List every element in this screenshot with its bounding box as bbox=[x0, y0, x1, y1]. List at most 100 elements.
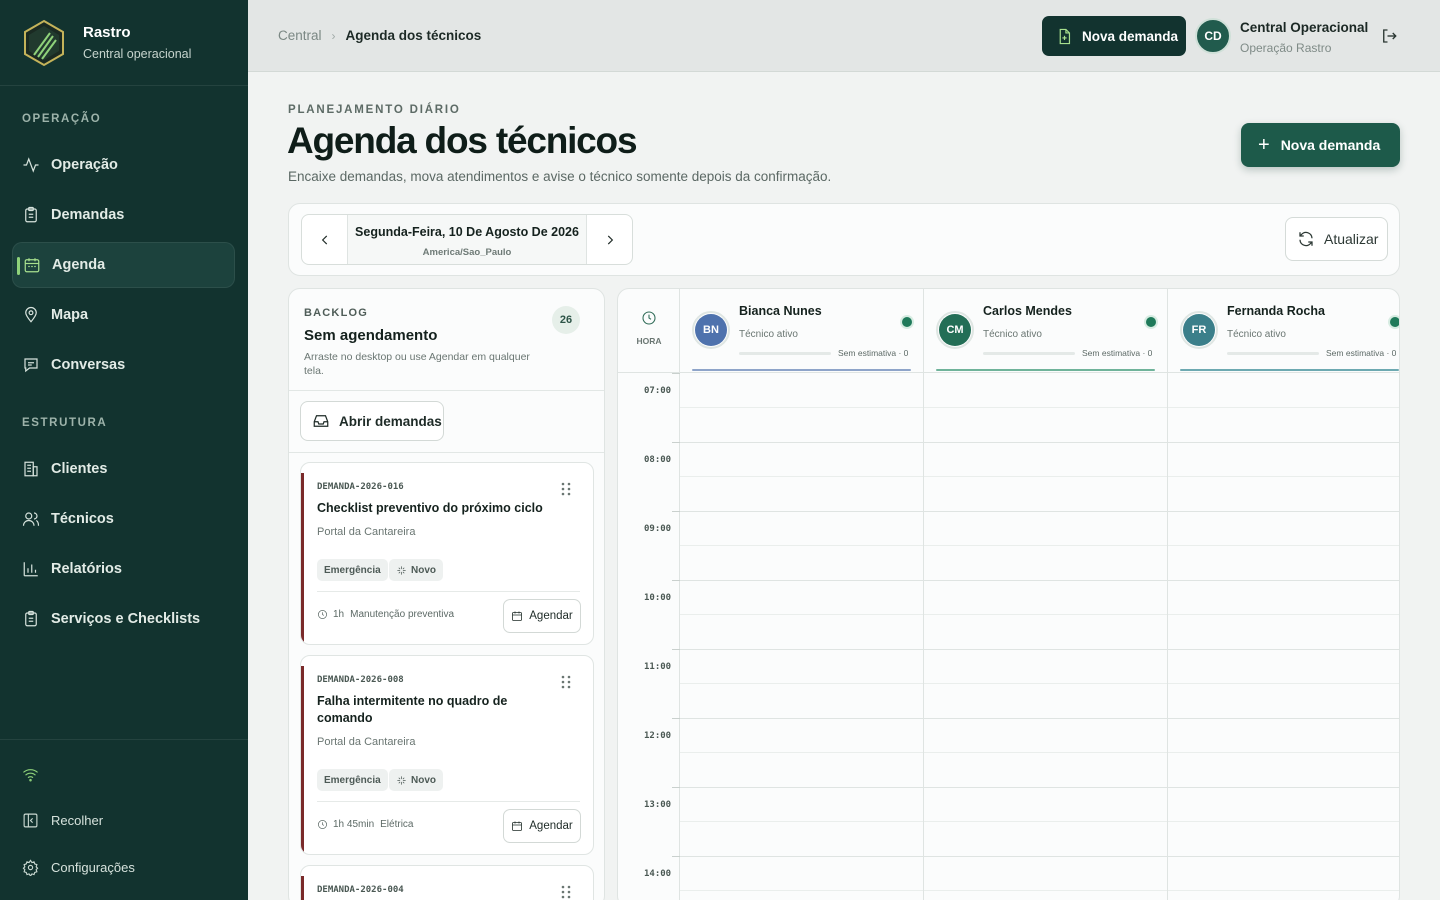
demand-card[interactable]: DEMANDA-2026-004 bbox=[300, 865, 594, 900]
settings-button[interactable]: Configurações bbox=[22, 859, 135, 876]
clock-icon bbox=[318, 820, 327, 829]
sidebar-item-label: Mapa bbox=[51, 307, 89, 323]
plus-icon: + bbox=[1258, 134, 1270, 156]
technician-header[interactable]: BN Bianca Nunes Técnico ativo Sem estima… bbox=[680, 289, 923, 373]
hour-tick bbox=[672, 649, 680, 650]
sidebar-item-demandas[interactable]: Demandas bbox=[12, 192, 235, 238]
status-label: Novo bbox=[411, 774, 436, 786]
sidebar-item-label: Demandas bbox=[51, 207, 125, 223]
next-day-button[interactable] bbox=[587, 215, 632, 264]
new-demand-button[interactable]: + Nova demanda bbox=[1241, 123, 1400, 167]
page-eyebrow: PLANEJAMENTO DIÁRIO bbox=[288, 104, 461, 116]
avatar[interactable]: CD bbox=[1195, 18, 1231, 54]
technician-name: Bianca Nunes bbox=[739, 304, 822, 318]
time-slot-area[interactable] bbox=[680, 373, 923, 900]
sidebar-item-relatorios[interactable]: Relatórios bbox=[12, 546, 235, 592]
technician-header[interactable]: FR Fernanda Rocha Técnico ativo Sem esti… bbox=[1168, 289, 1399, 373]
breadcrumb-current: Agenda dos técnicos bbox=[345, 28, 482, 43]
technician-color-line bbox=[692, 369, 911, 371]
hour-column: HORA 07:00 08:00 09:00 10:00 11:00 12:00 13:00… bbox=[618, 289, 680, 900]
top-new-demand-button[interactable]: Nova demanda bbox=[1042, 16, 1186, 56]
demand-card[interactable]: DEMANDA-2026-008 Falha intermitente no q… bbox=[300, 655, 594, 855]
hour-tick bbox=[672, 718, 680, 719]
sidebar-item-conversas[interactable]: Conversas bbox=[12, 342, 235, 388]
topbar: Central › Agenda dos técnicos Nova deman… bbox=[248, 0, 1440, 72]
demand-meta: 1h Manutenção preventiva bbox=[317, 609, 454, 620]
technician-estimate: Sem estimativa · 0 bbox=[1082, 348, 1153, 358]
technician-estimate: Sem estimativa · 0 bbox=[1326, 348, 1397, 358]
sidebar-item-label: Serviços e Checklists bbox=[51, 611, 201, 627]
demand-category: Manutenção preventiva bbox=[350, 609, 455, 620]
brand[interactable]: Rastro Central operacional bbox=[0, 0, 248, 86]
hour-label: 10:00 bbox=[644, 593, 672, 603]
sidebar-item-servicos-checklists[interactable]: Serviços e Checklists bbox=[12, 596, 235, 642]
technician-column: BN Bianca Nunes Técnico ativo Sem estima… bbox=[680, 289, 924, 900]
time-slot-area[interactable] bbox=[1168, 373, 1399, 900]
sidebar-item-tecnicos[interactable]: Técnicos bbox=[12, 496, 235, 542]
collapse-sidebar-icon bbox=[23, 813, 38, 828]
sparkle-icon bbox=[397, 775, 406, 785]
divider bbox=[289, 390, 604, 391]
date-picker: Segunda-Feira, 10 De Agosto De 2026 Amer… bbox=[301, 214, 633, 265]
schedule-button[interactable]: Agendar bbox=[503, 599, 581, 633]
chevron-right-icon: › bbox=[331, 28, 336, 43]
calendar-icon bbox=[512, 611, 523, 621]
open-demands-label: Abrir demandas bbox=[339, 413, 442, 429]
sidebar: Rastro Central operacional OPERAÇÃO Oper… bbox=[0, 0, 248, 900]
open-demands-button[interactable]: Abrir demandas bbox=[300, 401, 444, 441]
online-indicator bbox=[1390, 317, 1399, 327]
technician-header[interactable]: CM Carlos Mendes Técnico ativo Sem estim… bbox=[924, 289, 1167, 373]
backlog-description: Arraste no desktop ou use Agendar em qua… bbox=[304, 351, 530, 377]
date-label: Segunda-Feira, 10 De Agosto De 2026 bbox=[355, 225, 579, 239]
clock-icon bbox=[642, 311, 656, 325]
logout-icon[interactable] bbox=[1380, 27, 1398, 45]
sidebar-item-clientes[interactable]: Clientes bbox=[12, 446, 235, 492]
demand-code: DEMANDA-2026-004 bbox=[317, 885, 404, 895]
refresh-label: Atualizar bbox=[1324, 231, 1379, 247]
refresh-button[interactable]: Atualizar bbox=[1285, 217, 1388, 261]
schedule-button[interactable]: Agendar bbox=[503, 809, 581, 843]
sidebar-item-operacao[interactable]: Operação bbox=[12, 142, 235, 188]
hour-tick bbox=[672, 580, 680, 581]
technician-color-line bbox=[936, 369, 1155, 371]
current-date[interactable]: Segunda-Feira, 10 De Agosto De 2026 Amer… bbox=[347, 215, 587, 264]
sidebar-item-mapa[interactable]: Mapa bbox=[12, 292, 235, 338]
hour-label: 12:00 bbox=[644, 731, 672, 741]
new-demand-label: Nova demanda bbox=[1280, 137, 1381, 153]
settings-label: Configurações bbox=[51, 860, 135, 875]
technician-initials: FR bbox=[1183, 314, 1215, 346]
date-toolbar: Segunda-Feira, 10 De Agosto De 2026 Amer… bbox=[288, 203, 1400, 276]
backlog-eyebrow: BACKLOG bbox=[304, 307, 369, 319]
technician-color-line bbox=[1180, 369, 1399, 371]
status-badge: Novo bbox=[389, 769, 443, 791]
sidebar-item-agenda[interactable]: Agenda bbox=[12, 242, 235, 288]
breadcrumb-home[interactable]: Central bbox=[278, 28, 322, 43]
priority-badge: Emergência bbox=[317, 559, 388, 581]
user-name: Central Operacional bbox=[1240, 20, 1369, 35]
hour-column-header: HORA bbox=[618, 289, 680, 373]
previous-day-button[interactable] bbox=[302, 215, 347, 264]
demand-card[interactable]: DEMANDA-2026-016 Checklist preventivo do… bbox=[300, 462, 594, 645]
demand-meta: 1h 45min Elétrica bbox=[317, 819, 414, 830]
backlog-count-badge: 26 bbox=[552, 306, 580, 334]
workload-bar bbox=[1227, 352, 1319, 355]
hour-label: 13:00 bbox=[644, 800, 672, 810]
breadcrumb: Central › Agenda dos técnicos bbox=[278, 28, 481, 43]
demand-title: Falha intermitente no quadro de comando bbox=[317, 694, 508, 725]
technician-avatar: BN bbox=[692, 311, 730, 349]
drag-handle-icon[interactable] bbox=[560, 675, 572, 689]
drag-handle-icon[interactable] bbox=[560, 482, 572, 496]
user-role: Operação Rastro bbox=[1240, 41, 1332, 55]
nav-section-operacao: OPERAÇÃO bbox=[22, 113, 102, 125]
divider bbox=[317, 801, 580, 802]
collapse-button[interactable]: Recolher bbox=[22, 812, 103, 829]
hour-tick bbox=[672, 787, 680, 788]
hour-label: 11:00 bbox=[644, 662, 672, 672]
brand-title: Rastro bbox=[83, 24, 131, 41]
drag-handle-icon[interactable] bbox=[560, 885, 572, 899]
time-slot-area[interactable] bbox=[924, 373, 1167, 900]
workload-bar bbox=[739, 352, 831, 355]
hour-tick bbox=[672, 373, 680, 374]
technician-status: Técnico ativo bbox=[739, 329, 798, 340]
technician-column: FR Fernanda Rocha Técnico ativo Sem esti… bbox=[1168, 289, 1399, 900]
